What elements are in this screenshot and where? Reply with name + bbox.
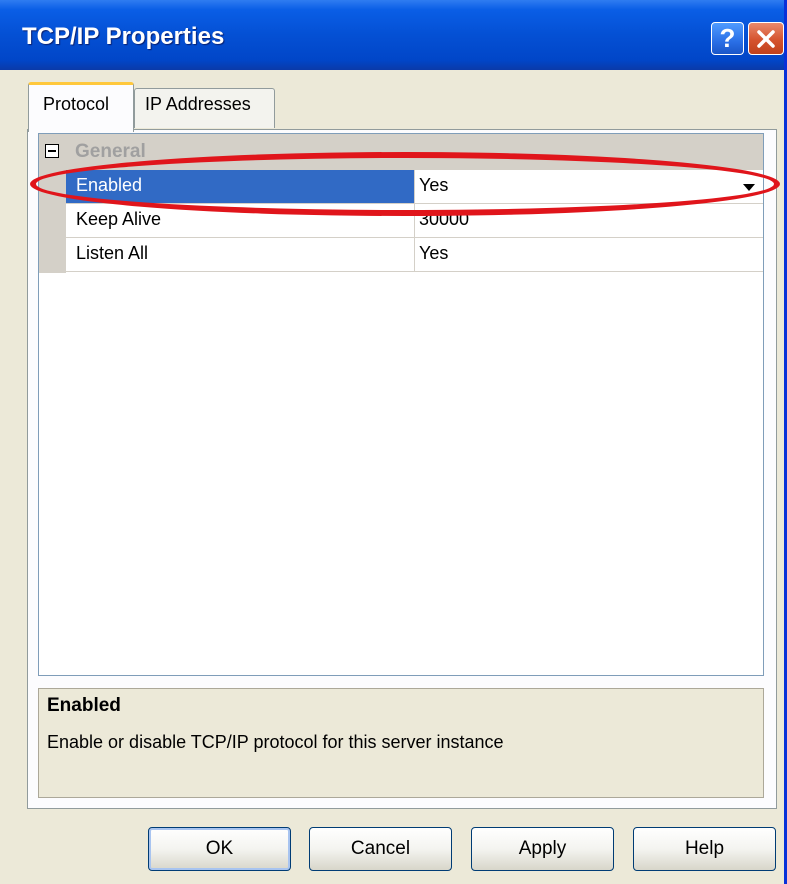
- ok-button[interactable]: OK: [148, 827, 291, 871]
- tab-protocol[interactable]: Protocol: [28, 82, 134, 132]
- description-title: Enabled: [47, 695, 121, 716]
- help-icon[interactable]: ?: [711, 22, 744, 55]
- window-title: TCP/IP Properties: [22, 23, 225, 50]
- tab-ip-addresses[interactable]: IP Addresses: [134, 88, 275, 128]
- property-value: Yes: [419, 175, 449, 195]
- property-row-listen-all[interactable]: Listen All Yes: [66, 238, 763, 272]
- tcpip-properties-dialog: TCP/IP Properties ? IP Addresses Protoco…: [0, 0, 787, 884]
- property-value-dropdown[interactable]: Yes: [415, 170, 763, 203]
- description-panel: Enabled Enable or disable TCP/IP protoco…: [38, 688, 764, 798]
- category-label: General: [75, 141, 146, 162]
- property-grid: General Enabled Yes Keep Alive 30000 Lis…: [38, 133, 764, 676]
- property-name[interactable]: Enabled: [66, 170, 415, 203]
- title-bar[interactable]: TCP/IP Properties ?: [0, 0, 784, 70]
- close-icon[interactable]: [748, 22, 784, 55]
- grid-margin: [39, 170, 66, 273]
- collapse-icon[interactable]: [45, 144, 59, 158]
- dropdown-arrow-icon[interactable]: [743, 184, 755, 191]
- property-row-enabled[interactable]: Enabled Yes: [66, 170, 763, 204]
- close-x-glyph: [757, 29, 775, 48]
- property-row-keep-alive[interactable]: Keep Alive 30000: [66, 204, 763, 238]
- property-name[interactable]: Keep Alive: [66, 204, 415, 237]
- apply-button[interactable]: Apply: [471, 827, 614, 871]
- property-value[interactable]: Yes: [415, 238, 763, 271]
- help-button[interactable]: Help: [633, 827, 776, 871]
- category-row-general[interactable]: General: [39, 134, 763, 170]
- property-name[interactable]: Listen All: [66, 238, 415, 271]
- property-value[interactable]: 30000: [415, 204, 763, 237]
- cancel-button[interactable]: Cancel: [309, 827, 452, 871]
- description-text: Enable or disable TCP/IP protocol for th…: [47, 732, 504, 752]
